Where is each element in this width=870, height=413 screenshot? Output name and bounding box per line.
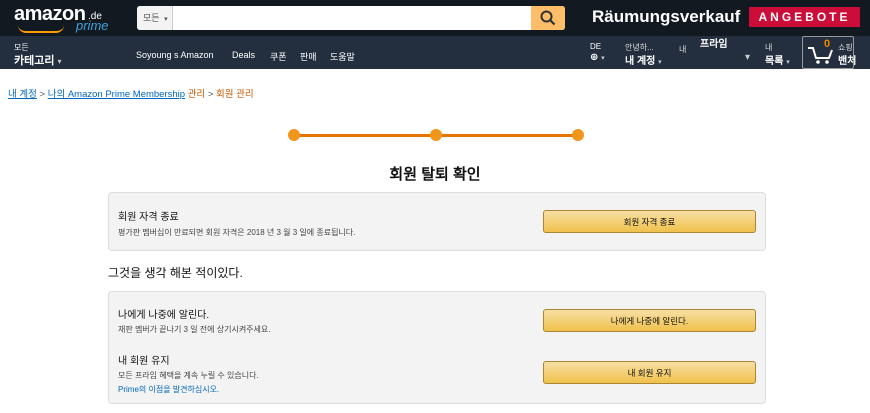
nav-link-your-amazon[interactable]: Soyoung s Amazon — [136, 50, 214, 60]
prime-benefits-link[interactable]: Prime의 이점을 발견하십시오. — [118, 384, 219, 395]
keep-membership-desc: 모든 프라임 혜택을 계속 누릴 수 있습니다. — [118, 371, 259, 380]
search-bar: 모든 ▾ — [137, 6, 565, 30]
cart-button[interactable]: 0 쇼핑 밴처 — [802, 36, 857, 69]
logo-prime: prime — [76, 18, 109, 33]
nav-link-sell[interactable]: 판매 — [300, 50, 317, 63]
end-membership-panel: 회원 자격 종료 평가판 멤버십이 만료되면 회원 자격은 2018 년 3 월… — [108, 192, 766, 251]
progress-step-2 — [430, 129, 442, 141]
page-title: 회원 탈퇴 확인 — [389, 166, 481, 183]
cart-icon — [808, 47, 833, 64]
reconsider-heading: 그것을 생각 해본 적이있다. — [108, 266, 243, 280]
progress-step-3 — [572, 129, 584, 141]
nav-link-coupons[interactable]: 쿠폰 — [270, 50, 287, 63]
promo-badge: ANGEBOTE — [749, 7, 860, 27]
nav-link-help[interactable]: 도움말 — [330, 50, 355, 63]
prime-small-label: 내 — [679, 45, 687, 54]
end-membership-button[interactable]: 회원 자격 종료 — [543, 210, 756, 233]
breadcrumb-manage: 관리 — [187, 89, 206, 100]
chevron-down-icon: ▾ — [745, 52, 751, 63]
top-nav: amazon .de prime 모든 ▾ Räumungsverkauf AN… — [0, 0, 870, 36]
alternative-options-panel: 나에게 나중에 알린다. 재판 멤버가 끝나기 3 일 전에 상기시켜주세요. … — [108, 291, 766, 404]
breadcrumb-separator: > — [207, 89, 214, 100]
progress-step-1 — [288, 129, 300, 141]
progress-steps — [288, 129, 584, 141]
breadcrumb-membership-manage: 회원 관리 — [216, 89, 254, 100]
search-icon — [540, 10, 556, 26]
chevron-down-icon: ▾ — [601, 55, 605, 62]
promo-text: Räumungsverkauf — [592, 7, 741, 26]
search-category-select[interactable]: 모든 ▾ — [137, 6, 173, 30]
remind-later-title: 나에게 나중에 알린다. — [118, 310, 210, 321]
chevron-down-icon: ▾ — [164, 16, 168, 23]
breadcrumb-my-account[interactable]: 내 계정 — [8, 89, 37, 100]
chevron-down-icon: ▾ — [658, 59, 662, 66]
keep-membership-button[interactable]: 내 회원 유지 — [543, 361, 756, 384]
logo-word: amazon — [14, 3, 86, 25]
lists-big-label: 목록 ▾ — [765, 56, 790, 67]
categories-big-label: 카테고리 ▾ — [14, 55, 62, 67]
end-membership-desc: 평가판 멤버십이 만료되면 회원 자격은 2018 년 3 월 3 일에 종료됩… — [118, 228, 356, 237]
chevron-down-icon: ▾ — [786, 59, 790, 66]
breadcrumb-prime-membership[interactable]: 나의 Amazon Prime Membership — [48, 89, 185, 100]
breadcrumb-separator: > — [39, 89, 46, 100]
prime-big-label: 프라임 — [700, 39, 728, 50]
search-button[interactable] — [531, 6, 565, 30]
sub-nav: 모든 카테고리 ▾ Soyoung s Amazon Deals 쿠폰 판매 도… — [0, 36, 870, 69]
end-membership-title: 회원 자격 종료 — [118, 212, 179, 223]
account-label: 내 계정 ▾ — [625, 56, 662, 67]
amazon-prime-logo[interactable]: amazon .de prime — [14, 3, 114, 33]
remind-later-desc: 재판 멤버가 끝나기 3 일 전에 상기시켜주세요. — [118, 325, 271, 334]
search-category-label: 모든 — [143, 13, 160, 23]
chevron-down-icon: ▾ — [57, 57, 62, 66]
breadcrumb: 내 계정 > 나의 Amazon Prime Membership 관리 > 회… — [8, 86, 254, 100]
keep-membership-title: 내 회원 유지 — [118, 356, 170, 367]
search-input[interactable] — [174, 6, 565, 30]
smile-icon — [18, 25, 64, 33]
language-code: DE — [590, 42, 602, 51]
nav-link-deals[interactable]: Deals — [232, 50, 255, 60]
cart-big-label: 밴처 — [838, 56, 857, 67]
cart-count: 0 — [824, 38, 831, 50]
remind-later-button[interactable]: 나에게 나중에 알린다. — [543, 309, 756, 332]
globe-icon: ⊕ ▾ — [590, 52, 605, 63]
